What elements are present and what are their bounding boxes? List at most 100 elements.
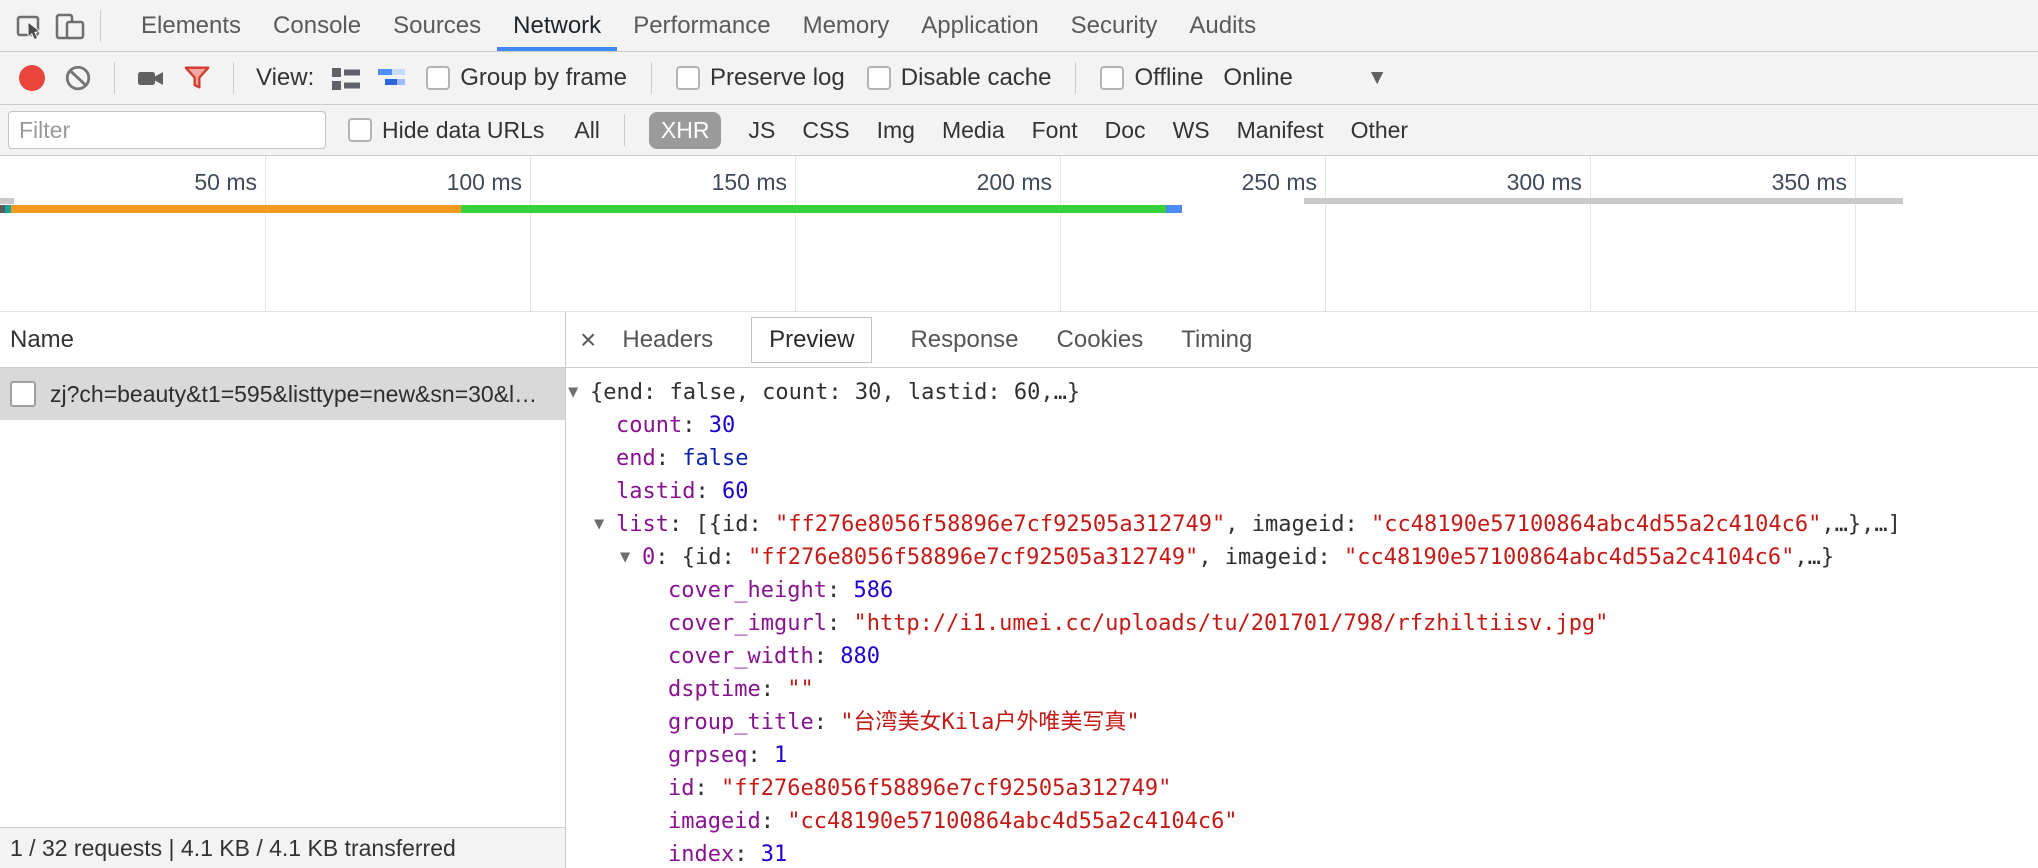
group-by-frame-checkbox[interactable]: Group by frame: [426, 64, 627, 92]
device-toolbar-icon[interactable]: [50, 6, 90, 46]
timeline-tick-label: 150 ms: [587, 169, 787, 196]
tab-elements[interactable]: Elements: [125, 0, 257, 51]
checkbox-label: Disable cache: [901, 64, 1052, 92]
json-token-plain: :: [747, 743, 774, 768]
filter-type-other[interactable]: Other: [1351, 117, 1409, 144]
show-overview-icon[interactable]: [372, 58, 412, 98]
detail-tab-headers[interactable]: Headers: [622, 326, 713, 354]
json-token-key: cover_width: [668, 644, 814, 669]
name-column-header[interactable]: Name: [0, 312, 565, 368]
devtools-window: ElementsConsoleSourcesNetworkPerformance…: [0, 0, 2038, 868]
tab-performance[interactable]: Performance: [617, 0, 786, 51]
filter-type-font[interactable]: Font: [1032, 117, 1078, 144]
disable-cache-checkbox[interactable]: Disable cache: [867, 64, 1052, 92]
json-token-str: "": [787, 677, 814, 702]
json-token-str: "ff276e8056f58896e7cf92505a312749": [775, 512, 1225, 537]
throttling-select[interactable]: Online: [1223, 64, 1292, 92]
timeline-gridline: [795, 156, 796, 311]
expand-arrow-icon[interactable]: ▼: [620, 541, 642, 574]
json-token-str: "http://i1.umei.cc/uploads/tu/201701/798…: [853, 611, 1608, 636]
preview-tree-line[interactable]: ▼{end: false, count: 30, lastid: 60,…}: [566, 376, 2038, 409]
tab-security[interactable]: Security: [1055, 0, 1174, 51]
json-token-plain: :: [814, 644, 841, 669]
detail-tab-timing[interactable]: Timing: [1181, 326, 1252, 354]
json-token-plain: :: [695, 479, 722, 504]
json-token-str: "cc48190e57100864abc4d55a2c4104c6": [1344, 545, 1794, 570]
json-token-str: "cc48190e57100864abc4d55a2c4104c6": [787, 809, 1237, 834]
json-token-key: end: [616, 446, 656, 471]
timeline-gridline: [1590, 156, 1591, 311]
preview-tree-line: cover_height: 586: [566, 574, 2038, 607]
filter-type-media[interactable]: Media: [942, 117, 1005, 144]
resource-icon: [10, 381, 36, 407]
tab-network[interactable]: Network: [497, 0, 617, 51]
timeline-gridline: [530, 156, 531, 311]
request-row[interactable]: zj?ch=beauty&t1=595&listtype=new&sn=30&l…: [0, 368, 565, 420]
json-token-plain: : {id:: [655, 545, 748, 570]
tab-console[interactable]: Console: [257, 0, 377, 51]
filter-type-xhr[interactable]: XHR: [649, 112, 722, 149]
checkbox-box[interactable]: [426, 66, 450, 90]
checkbox-box[interactable]: [348, 118, 372, 142]
divider: [114, 62, 115, 94]
filter-type-js[interactable]: JS: [748, 117, 775, 144]
filter-type-all[interactable]: All: [574, 117, 600, 144]
json-token-plain: :: [761, 677, 788, 702]
clear-network-log-button[interactable]: [58, 58, 98, 98]
json-token-key: count: [616, 413, 682, 438]
checkbox-box[interactable]: [1100, 66, 1124, 90]
timeline-gridline: [1855, 156, 1856, 311]
inspect-element-icon[interactable]: [10, 6, 50, 46]
expand-arrow-icon[interactable]: ▼: [594, 508, 616, 541]
preview-tree-line[interactable]: ▼0: {id: "ff276e8056f58896e7cf92505a3127…: [566, 541, 2038, 574]
hide-data-urls-checkbox[interactable]: Hide data URLs: [348, 117, 544, 144]
record-network-log-button[interactable]: [12, 58, 52, 98]
json-token-str: "ff276e8056f58896e7cf92505a312749": [748, 545, 1198, 570]
waterfall-waiting-segment: [11, 205, 461, 213]
offline-checkbox[interactable]: Offline: [1100, 64, 1203, 92]
filter-type-css[interactable]: CSS: [802, 117, 849, 144]
json-token-num: 1: [774, 743, 787, 768]
detail-tab-response[interactable]: Response: [910, 326, 1018, 354]
tab-application[interactable]: Application: [905, 0, 1054, 51]
preview-tree-line: index: 31: [566, 838, 2038, 868]
detail-tabs: Headers Preview Response Cookies Timing: [622, 312, 1252, 367]
timeline-overview[interactable]: 50 ms100 ms150 ms200 ms250 ms300 ms350 m…: [0, 156, 2038, 312]
checkbox-box[interactable]: [676, 66, 700, 90]
preview-tree-line: cover_width: 880: [566, 640, 2038, 673]
expand-arrow-icon[interactable]: ▼: [568, 376, 590, 409]
chevron-down-icon[interactable]: ▼: [1367, 66, 1388, 90]
tab-sources[interactable]: Sources: [377, 0, 497, 51]
preserve-log-checkbox[interactable]: Preserve log: [676, 64, 845, 92]
close-icon[interactable]: ×: [580, 324, 596, 356]
preview-tree-line[interactable]: ▼list: [{id: "ff276e8056f58896e7cf92505a…: [566, 508, 2038, 541]
filter-type-ws[interactable]: WS: [1173, 117, 1210, 144]
detail-tab-preview[interactable]: Preview: [751, 317, 872, 363]
filter-input[interactable]: [8, 111, 326, 149]
timeline-tick-label: 100 ms: [322, 169, 522, 196]
capture-screenshots-icon[interactable]: [131, 58, 171, 98]
timeline-tick-label: 200 ms: [852, 169, 1052, 196]
filter-type-img[interactable]: Img: [877, 117, 915, 144]
large-request-rows-icon[interactable]: [326, 58, 366, 98]
filter-type-manifest[interactable]: Manifest: [1237, 117, 1324, 144]
checkbox-label: Hide data URLs: [382, 117, 544, 144]
json-token-plain: :: [695, 776, 722, 801]
preview-tree-line: id: "ff276e8056f58896e7cf92505a312749": [566, 772, 2038, 805]
waterfall-blue-tip: [1166, 205, 1182, 213]
checkbox-label: Preserve log: [710, 64, 845, 92]
tab-memory[interactable]: Memory: [787, 0, 906, 51]
preview-tree: ▼{end: false, count: 30, lastid: 60,…} co…: [566, 368, 2038, 868]
json-token-plain: :: [734, 842, 761, 867]
request-details-panel: × Headers Preview Response Cookies Timing ▼{…: [566, 312, 2038, 868]
tab-audits[interactable]: Audits: [1173, 0, 1272, 51]
filter-funnel-icon[interactable]: [177, 58, 217, 98]
filter-type-doc[interactable]: Doc: [1105, 117, 1146, 144]
detail-tab-cookies[interactable]: Cookies: [1057, 326, 1144, 354]
json-token-num: 31: [761, 842, 788, 867]
checkbox-box[interactable]: [867, 66, 891, 90]
json-token-plain: :: [682, 413, 709, 438]
preview-tree-line: dsptime: "": [566, 673, 2038, 706]
timeline-gridline: [1060, 156, 1061, 311]
waterfall-pending-bar-left: [0, 198, 14, 204]
